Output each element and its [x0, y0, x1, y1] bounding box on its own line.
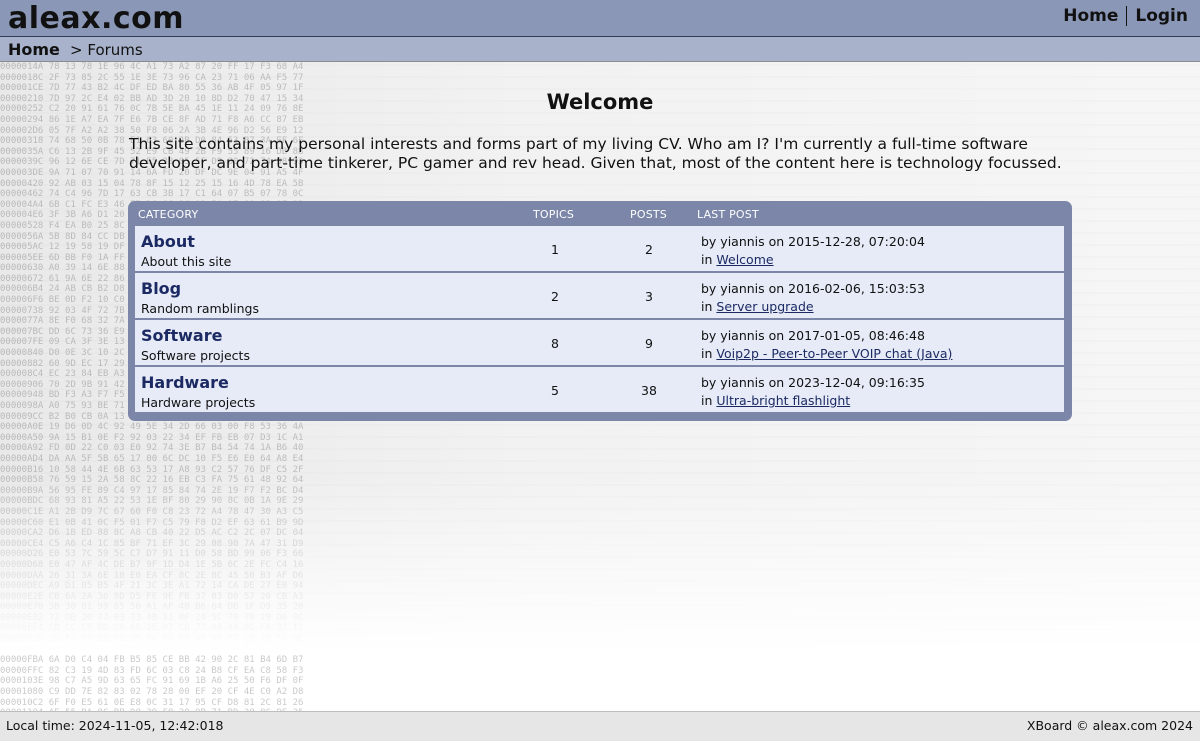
site-logo[interactable]: aleax.com — [8, 0, 184, 38]
site-header: aleax.com Home Login — [0, 0, 1200, 37]
breadcrumb-home-link[interactable]: Home — [8, 40, 60, 59]
last-post-topic: in Welcome — [701, 252, 774, 267]
last-post-topic: in Ultra-bright flashlight — [701, 393, 850, 408]
forum-row-about: About About this site 1 2 by yiannis on … — [135, 226, 1064, 273]
in-label: in — [701, 346, 713, 361]
forum-name-link[interactable]: About — [141, 232, 195, 251]
forum-name-link[interactable]: Software — [141, 326, 222, 345]
copyright: XBoard © aleax.com 2024 — [1026, 718, 1193, 733]
last-post-link[interactable]: Welcome — [716, 252, 773, 267]
last-post-topic: in Voip2p - Peer-to-Peer VOIP chat (Java… — [701, 346, 952, 361]
header-posts: POSTS — [630, 208, 667, 221]
last-post-info: by yiannis on 2023-12-04, 09:16:35 — [701, 375, 925, 390]
in-label: in — [701, 393, 713, 408]
forum-table: CATEGORY TOPICS POSTS LAST POST About Ab… — [128, 201, 1072, 421]
in-label: in — [701, 252, 713, 267]
nav-login-link[interactable]: Login — [1135, 6, 1188, 26]
header-topics: TOPICS — [533, 208, 575, 221]
last-post-info: by yiannis on 2017-01-05, 08:46:48 — [701, 328, 925, 343]
post-count: 2 — [645, 242, 653, 257]
post-count: 38 — [641, 383, 657, 398]
last-post-link[interactable]: Server upgrade — [716, 299, 813, 314]
last-post-info: by yiannis on 2016-02-06, 15:03:53 — [701, 281, 925, 296]
nav-home-link[interactable]: Home — [1063, 6, 1118, 26]
last-post-topic: in Server upgrade — [701, 299, 814, 314]
in-label: in — [701, 299, 713, 314]
last-post-link[interactable]: Voip2p - Peer-to-Peer VOIP chat (Java) — [716, 346, 952, 361]
forum-name-link[interactable]: Hardware — [141, 373, 229, 392]
breadcrumb-separator: > — [70, 41, 83, 59]
forum-name-link[interactable]: Blog — [141, 279, 181, 298]
topic-count: 8 — [551, 336, 559, 351]
page-title: Welcome — [546, 90, 654, 114]
forum-description: Random ramblings — [141, 301, 259, 316]
nav-divider — [1126, 6, 1128, 26]
forum-description: About this site — [141, 254, 232, 269]
local-time: Local time: 2024-11-05, 12:42:018 — [6, 718, 224, 733]
forum-row-blog: Blog Random ramblings 2 3 by yiannis on … — [135, 273, 1064, 320]
last-post-link[interactable]: Ultra-bright flashlight — [716, 393, 850, 408]
forum-row-software: Software Software projects 8 9 by yianni… — [135, 320, 1064, 367]
topic-count: 5 — [551, 383, 559, 398]
header-last-post: LAST POST — [697, 208, 759, 221]
post-count: 9 — [645, 336, 653, 351]
top-nav: Home Login — [1063, 6, 1188, 26]
topic-count: 1 — [551, 242, 559, 257]
breadcrumb-forums: Forums — [87, 41, 143, 59]
topic-count: 2 — [551, 289, 559, 304]
forum-row-hardware: Hardware Hardware projects 5 38 by yiann… — [135, 367, 1064, 414]
header-category: CATEGORY — [138, 208, 199, 221]
last-post-info: by yiannis on 2015-12-28, 07:20:04 — [701, 234, 925, 249]
forum-description: Software projects — [141, 348, 250, 363]
breadcrumb: Home > Forums — [0, 37, 1200, 62]
forum-description: Hardware projects — [141, 395, 256, 410]
page-footer: Local time: 2024-11-05, 12:42:018 XBoard… — [0, 711, 1200, 741]
post-count: 3 — [645, 289, 653, 304]
intro-text: This site contains my personal interests… — [129, 135, 1062, 172]
breadcrumb-current: > Forums — [70, 41, 143, 59]
